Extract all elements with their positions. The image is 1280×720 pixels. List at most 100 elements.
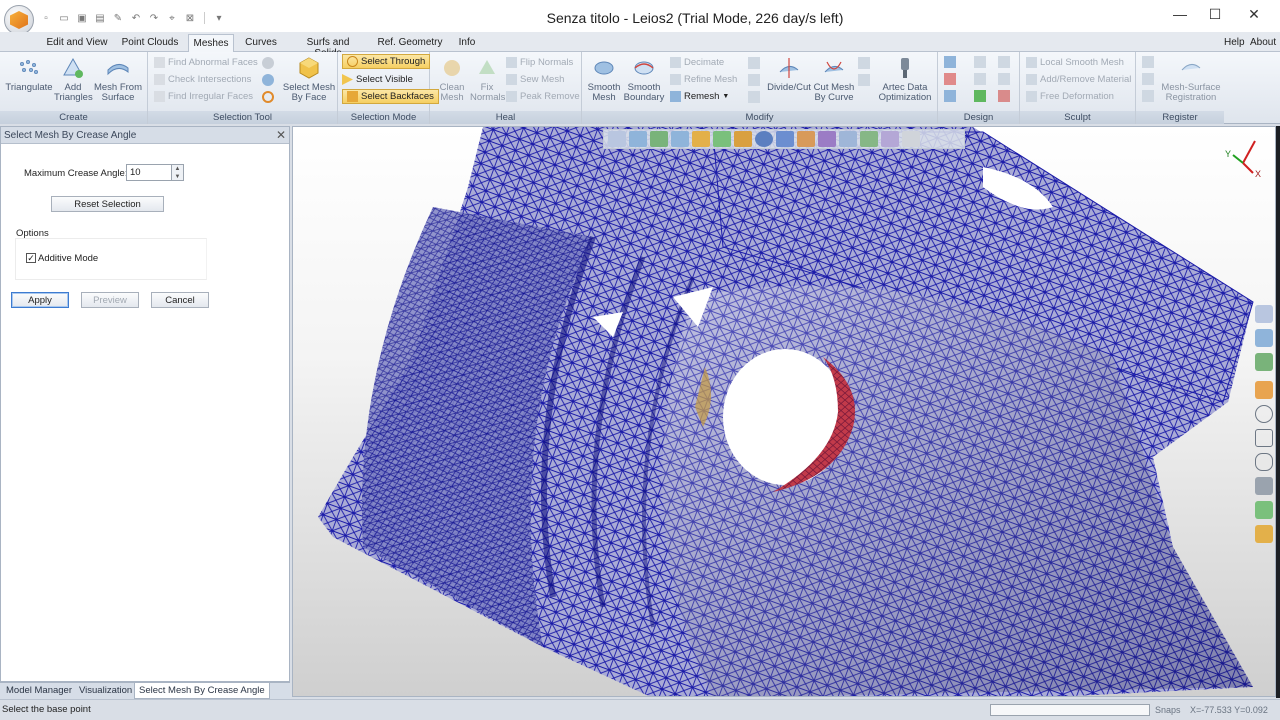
additive-mode-checkbox[interactable]: ✓ (26, 253, 36, 263)
spin-up-icon[interactable]: ▲ (172, 165, 183, 173)
tab-select-mesh-by-crease-angle[interactable]: Select Mesh By Crease Angle (134, 683, 270, 699)
local-smooth-mesh-button[interactable]: Local Smooth Mesh (1026, 55, 1124, 70)
smooth-mesh-button[interactable]: Smooth Mesh (586, 56, 622, 103)
panel-close-icon[interactable]: ✕ (276, 128, 286, 142)
design-tool-7-icon[interactable] (998, 56, 1010, 68)
view-section-icon[interactable] (839, 131, 857, 147)
find-abnormal-faces-button[interactable]: Find Abnormal Faces (154, 55, 258, 70)
add-remove-material-button[interactable]: Add/Remove Material (1026, 72, 1131, 87)
mesh-model[interactable] (293, 127, 1276, 697)
design-tool-4-icon[interactable] (974, 56, 986, 68)
free-deformation-button[interactable]: Free Deformation (1026, 89, 1114, 104)
side-circle-icon[interactable] (1255, 405, 1273, 423)
snaps-toggle[interactable]: Snaps (1155, 705, 1181, 715)
design-tool-3-icon[interactable] (944, 90, 956, 102)
help-link[interactable]: Help (1224, 37, 1245, 48)
modify-option-2-icon[interactable] (748, 74, 760, 86)
smooth-boundary-button[interactable]: Smooth Boundary (622, 56, 666, 103)
modify-option-4-icon[interactable] (858, 57, 870, 69)
view-texture-icon[interactable] (797, 131, 815, 147)
remesh-button[interactable]: Remesh ▼ (670, 89, 729, 104)
tab-ref-geometry[interactable]: Ref. Geometry (376, 34, 444, 52)
cut-mesh-by-curve-button[interactable]: Cut Mesh By Curve (812, 56, 856, 103)
clean-mesh-button[interactable]: Clean Mesh (434, 56, 470, 103)
view-colormap-icon[interactable] (818, 131, 836, 147)
mesh-from-surface-button[interactable]: Mesh From Surface (92, 56, 144, 103)
design-tool-1-icon[interactable] (944, 56, 956, 68)
design-tool-5-icon[interactable] (974, 73, 986, 85)
minimize-button[interactable]: — (1160, 0, 1200, 28)
decimate-button[interactable]: Decimate (670, 55, 724, 70)
tab-edit-and-view[interactable]: Edit and View (44, 34, 110, 52)
modify-option-1-icon[interactable] (748, 57, 760, 69)
view-more-icon[interactable] (902, 131, 920, 147)
selection-option-icon[interactable] (262, 57, 274, 69)
apply-button[interactable]: Apply (11, 292, 69, 308)
side-points-icon[interactable] (1255, 305, 1273, 323)
view-entities-icon[interactable] (713, 131, 731, 147)
view-clip-icon[interactable] (860, 131, 878, 147)
select-mesh-by-face-button[interactable]: Select Mesh By Face (282, 56, 336, 103)
side-filter-icon[interactable] (1255, 501, 1273, 519)
side-rect-icon[interactable] (1255, 429, 1273, 447)
triangulate-button[interactable]: Triangulate (4, 56, 54, 93)
divide-cut-button[interactable]: Divide/Cut (766, 56, 812, 93)
side-entity-icon[interactable] (1255, 381, 1273, 399)
design-tool-8-icon[interactable] (998, 73, 1010, 85)
about-link[interactable]: About (1250, 37, 1276, 48)
3d-viewport[interactable]: Y X (292, 126, 1276, 697)
artec-data-optimization-button[interactable]: Artec Data Optimization (876, 56, 934, 103)
peak-remove-button[interactable]: Peak Remove (506, 89, 580, 104)
view-points-icon[interactable] (608, 131, 626, 147)
spin-down-icon[interactable]: ▼ (172, 173, 183, 181)
side-surface-icon[interactable] (1255, 353, 1273, 371)
tab-surfs-and-solids[interactable]: Surfs and Solids (292, 34, 364, 59)
select-visible-button[interactable]: Select Visible (342, 72, 413, 87)
reset-selection-button[interactable]: Reset Selection (51, 196, 164, 212)
sew-mesh-button[interactable]: Sew Mesh (506, 72, 564, 87)
select-through-button[interactable]: Select Through (342, 54, 431, 69)
side-settings-icon[interactable] (1255, 525, 1273, 543)
view-globe-icon[interactable] (776, 131, 794, 147)
register-tool-1-icon[interactable] (1142, 56, 1154, 68)
side-lasso-icon[interactable] (1255, 453, 1273, 471)
selection-sphere-icon[interactable] (262, 74, 274, 86)
design-tool-9-icon[interactable] (998, 90, 1010, 102)
tab-curves[interactable]: Curves (242, 34, 280, 52)
view-surface-icon[interactable] (650, 131, 668, 147)
register-tool-2-icon[interactable] (1142, 73, 1154, 85)
tab-meshes[interactable]: Meshes (188, 34, 234, 52)
fix-normals-button[interactable]: Fix Normals (470, 56, 505, 103)
view-mesh-icon[interactable] (629, 131, 647, 147)
view-sphere-icon[interactable] (755, 131, 773, 147)
refine-mesh-button[interactable]: Refine Mesh (670, 72, 737, 87)
find-irregular-faces-button[interactable]: Find Irregular Faces (154, 89, 253, 104)
side-select-icon[interactable] (1255, 477, 1273, 495)
preview-button[interactable]: Preview (81, 292, 139, 308)
view-curves-icon[interactable] (671, 131, 689, 147)
cancel-button[interactable]: Cancel (151, 292, 209, 308)
add-triangles-button[interactable]: Add Triangles (54, 56, 93, 103)
mesh-surface-registration-button[interactable]: Mesh-Surface Registration (1160, 56, 1222, 103)
close-button[interactable]: ✕ (1234, 0, 1274, 28)
maximize-button[interactable]: ☐ (1195, 0, 1235, 28)
view-dimensions-icon[interactable] (734, 131, 752, 147)
tab-info[interactable]: Info (454, 34, 480, 52)
design-tool-2-icon[interactable] (944, 73, 956, 85)
design-tool-6-icon[interactable] (974, 90, 986, 102)
modify-option-5-icon[interactable] (858, 74, 870, 86)
flip-normals-button[interactable]: Flip Normals (506, 55, 573, 70)
view-lighting-icon[interactable] (881, 131, 899, 147)
view-features-icon[interactable] (692, 131, 710, 147)
tab-point-clouds[interactable]: Point Clouds (120, 34, 180, 52)
max-crease-angle-input[interactable]: 10 (126, 164, 172, 181)
register-tool-3-icon[interactable] (1142, 90, 1154, 102)
selection-power-icon[interactable] (262, 91, 274, 103)
select-backfaces-button[interactable]: Select Backfaces (342, 89, 439, 104)
modify-option-3-icon[interactable] (748, 91, 760, 103)
side-mesh-icon[interactable] (1255, 329, 1273, 347)
tab-model-manager[interactable]: Model Manager (2, 683, 76, 699)
max-crease-angle-spinner[interactable]: ▲ ▼ (172, 164, 184, 181)
tab-visualization[interactable]: Visualization (75, 683, 136, 699)
check-intersections-button[interactable]: Check Intersections (154, 72, 251, 87)
